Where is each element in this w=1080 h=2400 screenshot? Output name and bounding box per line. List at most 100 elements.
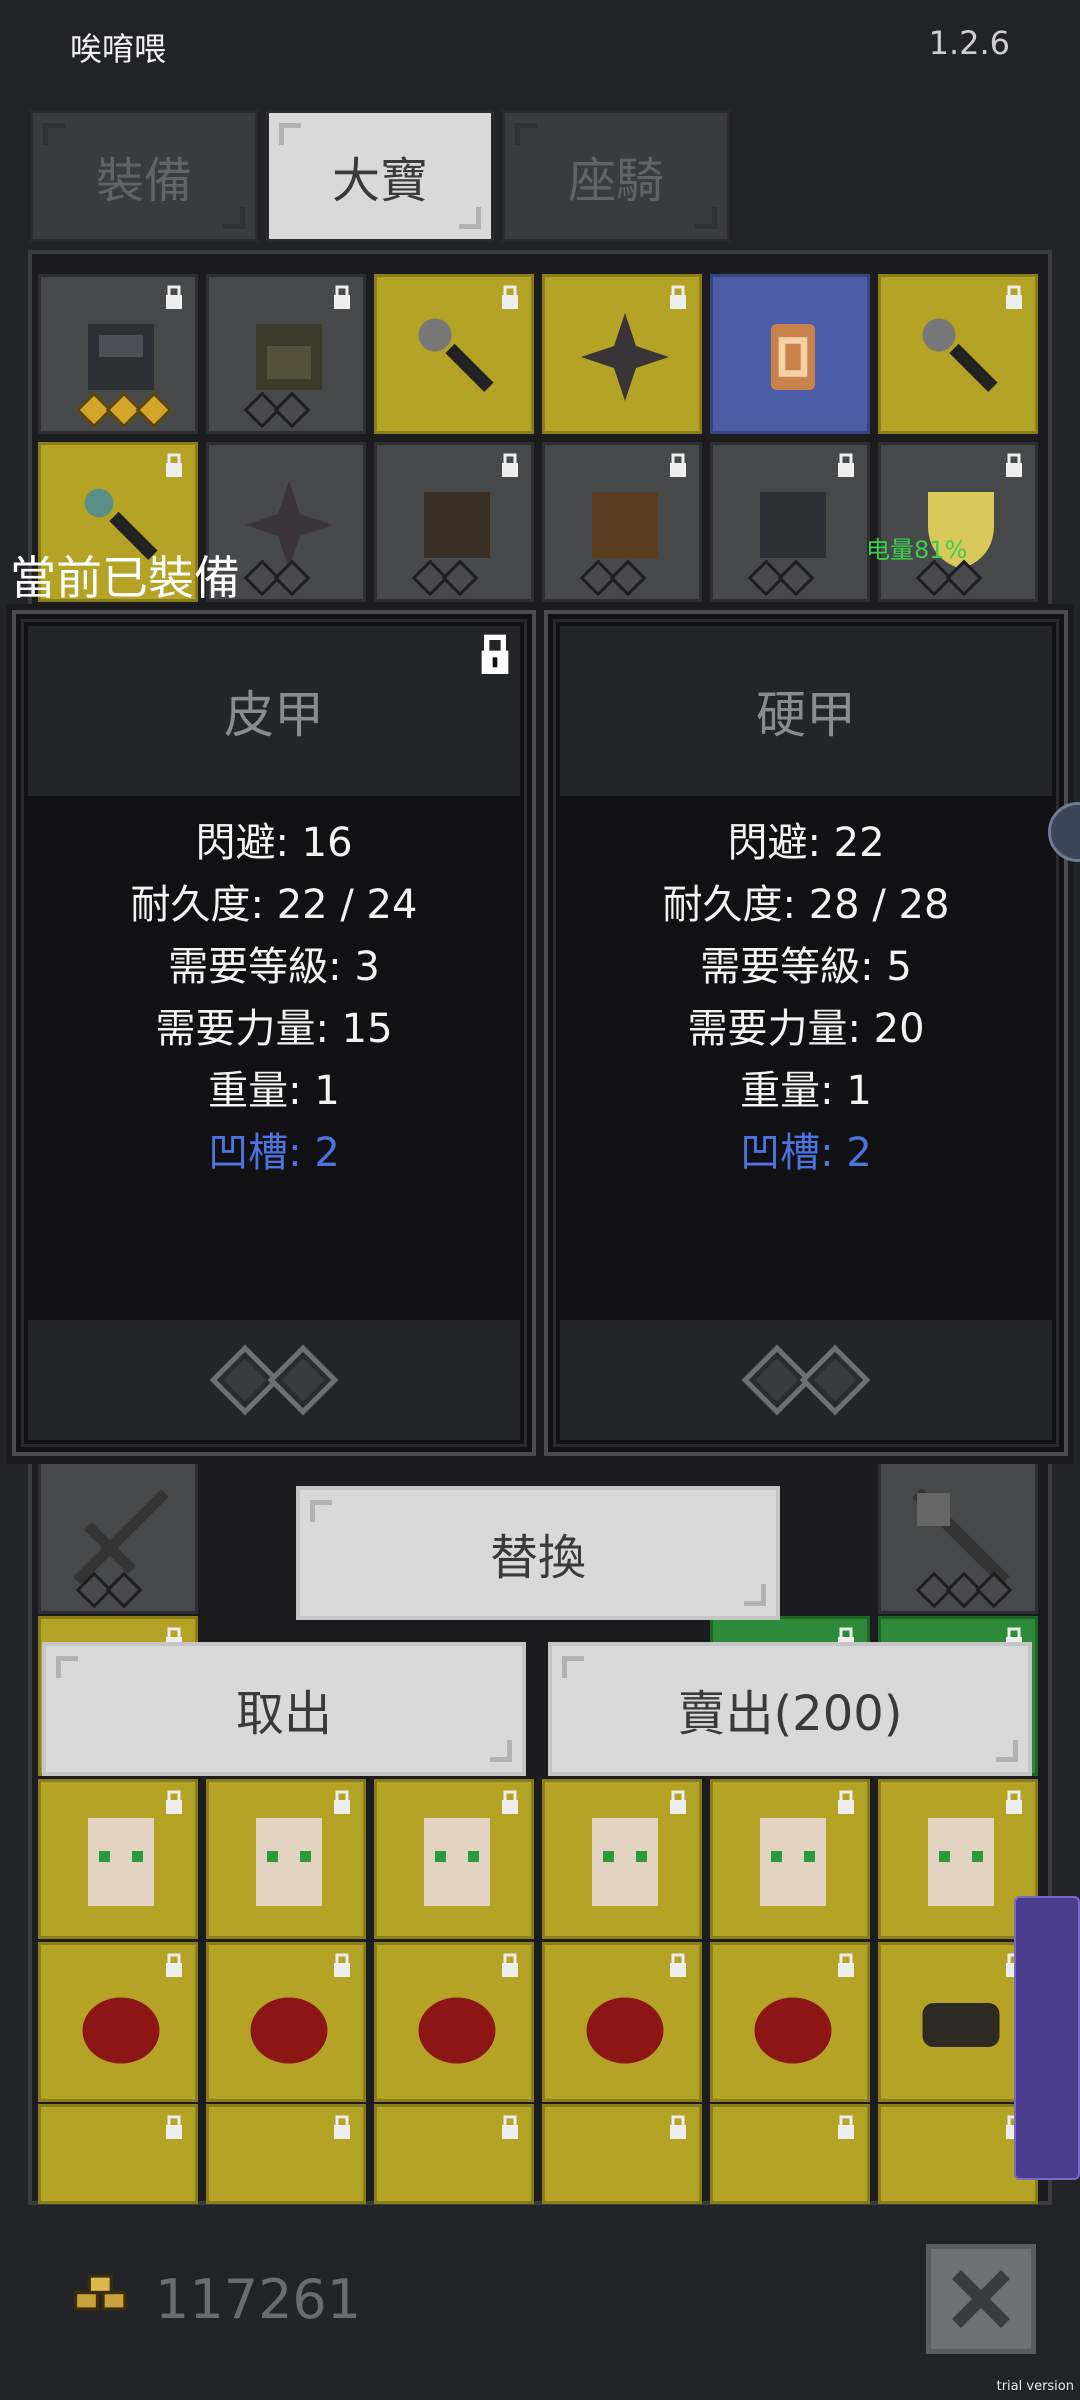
lock-icon xyxy=(334,285,350,309)
inventory-slot[interactable] xyxy=(38,2104,198,2204)
stat-required-strength: 需要力量: 20 xyxy=(687,1006,925,1052)
inventory-slot[interactable] xyxy=(38,274,198,434)
red-beast-icon xyxy=(418,1997,496,2064)
portrait-icon xyxy=(760,1818,826,1906)
stat-sockets: 凹槽: 2 xyxy=(740,1130,872,1176)
empty-socket-icon xyxy=(267,1344,339,1416)
socket-row xyxy=(579,559,647,597)
tab-equipment[interactable]: 裝備 xyxy=(30,110,258,242)
item-name: 硬甲 xyxy=(560,626,1052,796)
inventory-slot[interactable] xyxy=(878,442,1038,602)
tab-label: 大寶 xyxy=(331,153,428,209)
sell-button[interactable]: 賣出(200) xyxy=(548,1642,1032,1776)
socket-row xyxy=(915,559,983,597)
lock-icon xyxy=(670,1953,686,1977)
take-out-button[interactable]: 取出 xyxy=(42,1642,526,1776)
inventory-slot[interactable] xyxy=(542,1942,702,2102)
lock-icon xyxy=(838,1953,854,1977)
mace-icon xyxy=(418,318,494,393)
floating-chat-overlay[interactable] xyxy=(1014,1896,1080,2180)
spiked-armor-icon xyxy=(581,313,669,401)
inventory-slot[interactable] xyxy=(542,442,702,602)
inventory-slot[interactable] xyxy=(710,1942,870,2102)
inventory-slot[interactable] xyxy=(374,1942,534,2102)
stat-required-level: 需要等級: 5 xyxy=(700,944,912,990)
compare-panel: 皮甲 閃避: 16 耐久度: 22 / 24 需要等級: 3 需要力量: 15 … xyxy=(6,604,1074,1464)
replace-button[interactable]: 替換 xyxy=(296,1486,780,1620)
inventory-slot[interactable] xyxy=(542,274,702,434)
lock-icon xyxy=(670,2115,686,2139)
inventory-slot[interactable] xyxy=(710,1779,870,1939)
inventory-slot[interactable] xyxy=(374,2104,534,2204)
mace-icon xyxy=(922,318,998,393)
red-beast-icon xyxy=(250,1997,328,2064)
close-button[interactable] xyxy=(926,2244,1036,2354)
stat-required-level: 需要等級: 3 xyxy=(168,944,380,990)
tab-label: 座騎 xyxy=(567,153,664,209)
lock-icon xyxy=(1006,285,1022,309)
lock-icon xyxy=(670,453,686,477)
stat-durability: 耐久度: 28 / 28 xyxy=(662,882,950,928)
inventory-slot[interactable] xyxy=(542,2104,702,2204)
inventory-slot[interactable] xyxy=(206,2104,366,2204)
inventory-slot[interactable] xyxy=(374,442,534,602)
inventory-slot[interactable] xyxy=(710,2104,870,2204)
inventory-slot[interactable] xyxy=(878,1454,1038,1614)
lock-icon xyxy=(502,1790,518,1814)
inventory-slot[interactable] xyxy=(206,1942,366,2102)
sell-label: 賣出(200) xyxy=(677,1686,903,1742)
trial-watermark: trial version xyxy=(996,2379,1074,2394)
tab-mount[interactable]: 座騎 xyxy=(502,110,730,242)
inventory-slot[interactable] xyxy=(206,274,366,434)
lock-icon xyxy=(166,1953,182,1977)
inventory-slot[interactable] xyxy=(878,274,1038,434)
lock-icon[interactable] xyxy=(478,634,512,674)
lock-icon xyxy=(838,1790,854,1814)
socket-row xyxy=(75,1571,143,1609)
red-beast-icon xyxy=(586,1997,664,2064)
stat-durability: 耐久度: 22 / 24 xyxy=(130,882,418,928)
portrait-icon xyxy=(592,1818,658,1906)
lock-icon xyxy=(838,453,854,477)
gold-icon xyxy=(73,2274,127,2311)
inventory-slot[interactable] xyxy=(38,1779,198,1939)
socket-row xyxy=(915,1571,1013,1609)
version-label: 1.2.6 xyxy=(928,24,1010,62)
battery-indicator: 电量81% xyxy=(866,536,968,564)
tab-label: 裝備 xyxy=(95,153,192,209)
inventory-slot[interactable] xyxy=(710,442,870,602)
inventory-slot[interactable] xyxy=(374,1779,534,1939)
inventory-slot[interactable] xyxy=(710,274,870,434)
inventory-slot[interactable] xyxy=(206,1779,366,1939)
tab-treasure[interactable]: 大寶 xyxy=(266,110,494,242)
lock-icon xyxy=(502,453,518,477)
equipped-item-card: 皮甲 閃避: 16 耐久度: 22 / 24 需要等級: 3 需要力量: 15 … xyxy=(12,610,536,1456)
take-out-label: 取出 xyxy=(235,1686,332,1742)
inventory-slot[interactable] xyxy=(542,1779,702,1939)
gold-amount: 117261 xyxy=(155,2268,362,2331)
top-bar: 唉唷喂 1.2.6 xyxy=(0,0,1080,100)
socket-row xyxy=(411,559,479,597)
red-beast-icon xyxy=(754,1997,832,2064)
stat-required-strength: 需要力量: 15 xyxy=(155,1006,393,1052)
lock-icon xyxy=(166,453,182,477)
lock-icon xyxy=(502,285,518,309)
lock-icon xyxy=(1006,1790,1022,1814)
lock-icon xyxy=(166,2115,182,2139)
red-beast-icon xyxy=(82,1997,160,2064)
inventory-slot[interactable] xyxy=(38,1454,198,1614)
portrait-icon xyxy=(256,1818,322,1906)
lock-icon xyxy=(334,1953,350,1977)
stat-weight: 重量: 1 xyxy=(208,1068,340,1114)
lock-icon xyxy=(670,285,686,309)
socket-row xyxy=(560,1320,1052,1440)
inventory-slot[interactable] xyxy=(38,1942,198,2102)
inventory-slot[interactable] xyxy=(374,274,534,434)
lock-icon xyxy=(502,1953,518,1977)
close-icon xyxy=(952,2270,1010,2328)
lock-icon xyxy=(502,2115,518,2139)
lock-icon xyxy=(838,2115,854,2139)
app-title: 唉唷喂 xyxy=(70,30,167,68)
socket-row xyxy=(75,391,173,429)
stat-weight: 重量: 1 xyxy=(740,1068,872,1114)
